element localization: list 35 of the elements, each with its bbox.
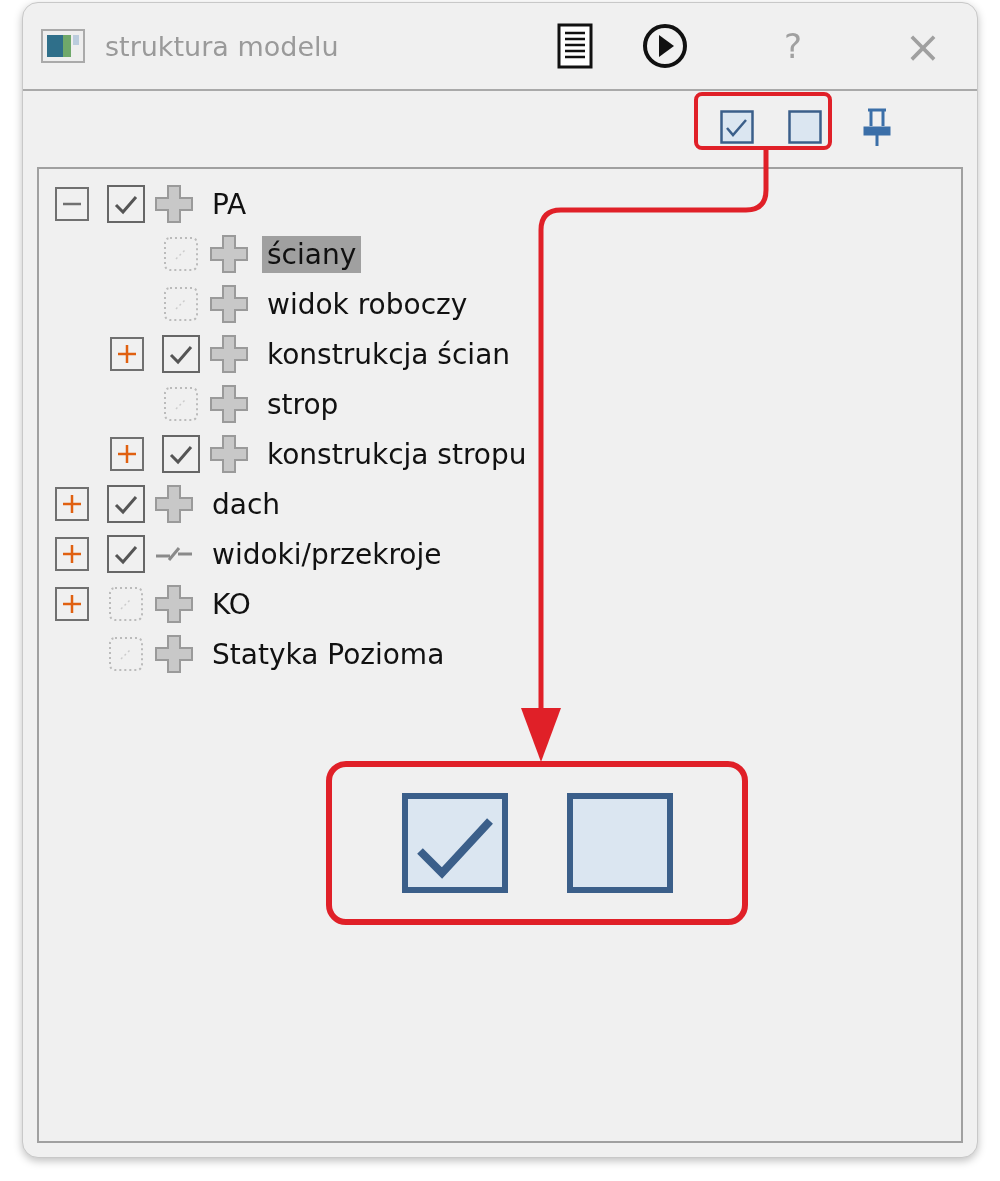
expand-icon[interactable] xyxy=(110,437,144,471)
check-all-button[interactable] xyxy=(717,107,757,147)
document-icon xyxy=(557,23,593,69)
plus-icon xyxy=(155,635,193,673)
play-icon xyxy=(642,23,688,69)
tree-item[interactable]: PA xyxy=(207,185,252,223)
checkbox[interactable] xyxy=(107,535,145,573)
expand-icon[interactable] xyxy=(110,337,144,371)
plus-icon xyxy=(155,185,193,223)
plus-icon xyxy=(210,435,248,473)
window-icon xyxy=(41,29,85,63)
checkbox[interactable] xyxy=(107,185,145,223)
checkbox[interactable] xyxy=(162,435,200,473)
empty-box-icon xyxy=(788,110,822,144)
tree-item[interactable]: dach xyxy=(207,485,286,523)
checked-box-icon xyxy=(720,110,754,144)
collapse-icon[interactable] xyxy=(55,187,89,221)
expand-icon[interactable] xyxy=(55,537,89,571)
checkbox[interactable] xyxy=(162,335,200,373)
plus-icon xyxy=(155,485,193,523)
enlarged-checked-box-icon xyxy=(401,793,508,893)
tree-item[interactable]: widoki/przekroje xyxy=(207,535,447,573)
plus-icon xyxy=(210,385,248,423)
expand-icon[interactable] xyxy=(55,487,89,521)
plus-icon xyxy=(210,335,248,373)
uncheck-all-button[interactable] xyxy=(785,107,825,147)
tree-item[interactable]: konstrukcja ścian xyxy=(262,335,516,373)
plus-icon xyxy=(210,285,248,323)
plus-icon xyxy=(210,235,248,273)
pin-icon xyxy=(862,108,892,146)
plus-icon xyxy=(155,585,193,623)
tree-item[interactable]: konstrukcja stropu xyxy=(262,435,532,473)
window-title: struktura modelu xyxy=(105,30,340,62)
enlarged-empty-box-icon xyxy=(566,793,673,893)
checkbox[interactable] xyxy=(107,485,145,523)
